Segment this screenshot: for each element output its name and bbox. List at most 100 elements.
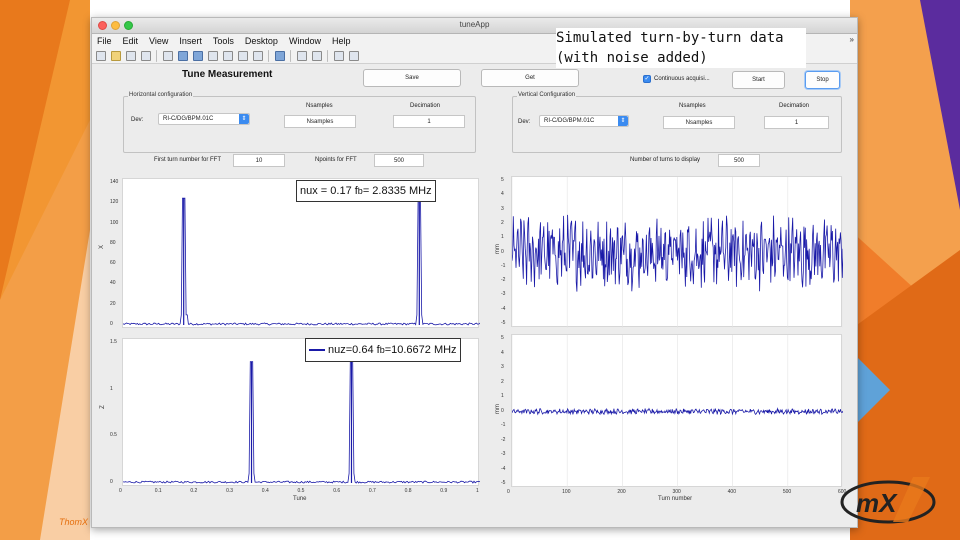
vertical-dev-value: RI-C/DG/BPM.01C [544, 118, 595, 124]
y-tick-label: 0 [501, 407, 504, 414]
tbt-z-xlabel: Turn number [658, 496, 693, 502]
menu-file[interactable]: File [97, 36, 112, 46]
continuous-acquisition-checkbox[interactable]: ✓ [643, 75, 651, 83]
continuous-acquisition-toggle[interactable]: ✓ Continuous acquisi... [643, 75, 710, 83]
y-tick-label: -1 [501, 422, 506, 428]
svg-text:mX: mX [856, 488, 898, 518]
vertical-dev-select[interactable]: RI-C/DG/BPM.01C ⇕ [539, 115, 629, 127]
slide: tuneApp File Edit View Insert Tools Desk… [0, 0, 960, 540]
y-tick-label: 1.5 [110, 339, 117, 345]
save-button[interactable]: Save [363, 69, 461, 87]
x-tick-label: 0.6 [333, 488, 341, 494]
menu-view[interactable]: View [149, 36, 168, 46]
fft-x-legend: nux = 0.17 fb = 2.8335 MHz [296, 180, 436, 202]
menu-insert[interactable]: Insert [179, 36, 202, 46]
legend-line-icon [309, 349, 325, 351]
npoints-label: Npoints for FFT [315, 157, 357, 163]
slide-decoration-right [850, 0, 960, 540]
horizontal-nsamples-label: Nsamples [306, 103, 333, 109]
y-tick-label: 3 [501, 205, 504, 212]
vertical-decimation-input[interactable]: 1 [764, 116, 829, 129]
horizontal-config-group: Horizontal configuration Dev: RI-C/DG/BP… [123, 92, 476, 153]
legend-icon[interactable] [312, 50, 322, 61]
first-turn-input[interactable]: 10 [233, 154, 285, 167]
menu-desktop[interactable]: Desktop [245, 36, 278, 46]
y-tick-label: 1 [501, 393, 504, 399]
x-tick-label: 0 [119, 488, 122, 494]
get-button[interactable]: Get [481, 69, 579, 87]
y-tick-label: -2 [501, 436, 506, 443]
y-tick-label: -4 [501, 465, 506, 472]
npoints-input[interactable]: 500 [374, 154, 424, 167]
vertical-config-title: Vertical Configuration [517, 92, 577, 98]
toolbar-divider [327, 49, 328, 62]
thomx-logo: mX [840, 477, 936, 524]
tbt-x-plot[interactable] [511, 176, 843, 328]
data-cursor-icon[interactable] [238, 50, 248, 61]
menu-window[interactable]: Window [289, 36, 321, 46]
pan-icon[interactable] [208, 50, 218, 61]
y-tick-label: 40 [110, 280, 116, 287]
menu-edit[interactable]: Edit [123, 36, 139, 46]
callout-line-2: (with noise added) [556, 50, 708, 66]
callout-line-1: Simulated turn-by-turn data [556, 30, 784, 46]
show-plot-icon[interactable] [349, 50, 359, 61]
menu-overflow-icon[interactable]: » [850, 35, 854, 44]
x-tick-label: 0.4 [261, 488, 269, 494]
vertical-config-group: Vertical Configuration Dev: RI-C/DG/BPM.… [512, 92, 842, 153]
y-tick-label: 5 [501, 335, 504, 341]
fft-x-ylabel: X [99, 244, 106, 250]
fft-z-legend-rest: =10.6672 MHz [384, 344, 457, 356]
y-tick-label: -2 [501, 277, 506, 284]
hide-plot-icon[interactable] [334, 50, 344, 61]
y-tick-label: -5 [501, 480, 506, 486]
save-icon[interactable] [126, 50, 136, 61]
fft-z-legend: nuz=0.64 f b =10.6672 MHz [305, 338, 461, 362]
y-tick-label: 0.5 [110, 432, 117, 439]
zoom-out-icon[interactable] [193, 50, 203, 61]
print-icon[interactable] [141, 50, 151, 61]
x-tick-label: 0 [507, 489, 510, 495]
x-tick-label: 100 [562, 489, 571, 495]
open-folder-icon[interactable] [111, 50, 121, 61]
fft-z-xlabel: Tune [293, 496, 307, 502]
x-tick-label: 0.9 [440, 488, 448, 494]
tbt-z-plot-area [512, 335, 843, 488]
vertical-decimation-label: Decimation [779, 103, 810, 109]
first-turn-label: First turn number for FFT [154, 157, 222, 163]
menu-tools[interactable]: Tools [213, 36, 234, 46]
horizontal-dev-select[interactable]: RI-C/DG/BPM.01C ⇕ [158, 113, 250, 125]
colorbar-icon[interactable] [297, 50, 307, 61]
horizontal-nsamples-input[interactable]: Nsamples [284, 115, 356, 128]
y-tick-label: 0 [110, 479, 113, 485]
new-file-icon[interactable] [96, 50, 106, 61]
horizontal-dev-value: RI-C/DG/BPM.01C [163, 116, 214, 122]
toolbar-divider [268, 49, 269, 62]
horizontal-decimation-label: Decimation [410, 103, 441, 109]
menu-help[interactable]: Help [332, 36, 351, 46]
y-tick-label: 0 [110, 321, 113, 327]
zoom-in-icon[interactable] [178, 50, 188, 61]
y-tick-label: -4 [501, 305, 506, 312]
x-tick-label: 300 [672, 489, 681, 495]
chevron-updown-icon: ⇕ [239, 114, 249, 124]
toolbar-divider [290, 49, 291, 62]
x-tick-label: 1 [476, 488, 479, 494]
start-button[interactable]: Start [732, 71, 785, 89]
y-tick-label: 1 [110, 385, 113, 392]
y-tick-label: 80 [110, 239, 116, 246]
y-tick-label: -3 [501, 451, 506, 457]
turns-to-display-input[interactable]: 500 [718, 154, 760, 167]
tbt-z-plot[interactable] [511, 334, 843, 488]
fft-x-legend-text: nux = 0.17 f [300, 185, 358, 197]
stop-button[interactable]: Stop [805, 71, 840, 89]
rotate-icon[interactable] [223, 50, 233, 61]
x-tick-label: 200 [617, 489, 626, 495]
pointer-icon[interactable] [163, 50, 173, 61]
y-tick-label: 0 [501, 248, 504, 255]
vertical-nsamples-input[interactable]: Nsamples [663, 116, 735, 129]
horizontal-decimation-input[interactable]: 1 [393, 115, 465, 128]
footer-text: ThomX [59, 517, 89, 527]
brush-icon[interactable] [253, 50, 263, 61]
link-icon[interactable] [275, 50, 285, 61]
